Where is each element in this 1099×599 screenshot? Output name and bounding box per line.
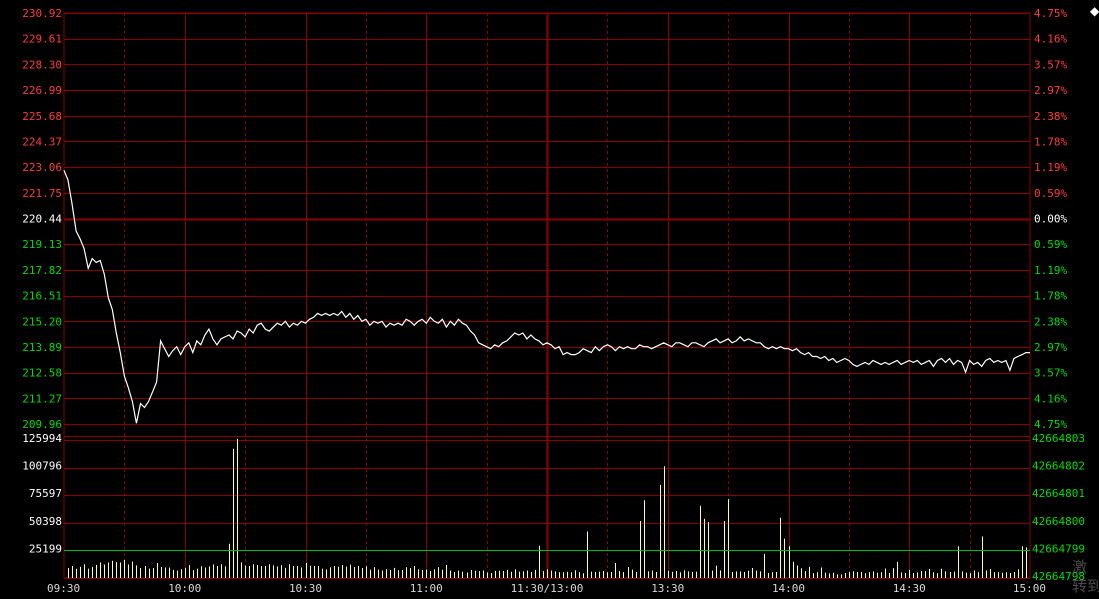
percent-tick-label: 0.59% — [1034, 238, 1067, 251]
volume-tick-label: 75597 — [29, 487, 62, 500]
price-tick-label: 212.58 — [22, 367, 62, 380]
percent-tick-label: 3.57% — [1034, 58, 1067, 71]
percent-tick-label: 4.75% — [1034, 418, 1067, 431]
right-volume-tick-label: 42664801 — [1032, 487, 1085, 500]
price-tick-label: 229.61 — [22, 33, 62, 46]
time-tick-label: 11:00 — [410, 582, 443, 595]
percent-tick-label: 2.38% — [1034, 110, 1067, 123]
chart-canvas: 230.92 229.61 228.30 226.99 225.68 224.37 223.… — [22, 7, 1085, 595]
percent-tick-label: 4.16% — [1034, 33, 1067, 46]
grid — [63, 12, 1031, 579]
price-tick-label: 228.30 — [22, 58, 62, 71]
price-tick-label: 219.13 — [22, 238, 62, 251]
intraday-chart: 230.92 229.61 228.30 226.99 225.68 224.37 223.… — [0, 0, 1099, 599]
price-tick-label: 226.99 — [22, 84, 62, 97]
diamond-arrow-icon[interactable]: ◆ — [1090, 4, 1099, 18]
price-tick-label: 217.82 — [22, 264, 62, 277]
volume-tick-label: 50398 — [29, 515, 62, 528]
percent-tick-label: 2.97% — [1034, 341, 1067, 354]
percent-tick-label: 1.78% — [1034, 290, 1067, 303]
time-tick-label: 09:30 — [47, 582, 80, 595]
axis-labels: 230.92 229.61 228.30 226.99 225.68 224.37 223.… — [22, 7, 1085, 595]
volume-tick-label: 25199 — [29, 542, 62, 555]
price-tick-label: 224.37 — [22, 135, 62, 148]
price-tick-label: 215.20 — [22, 315, 62, 328]
percent-tick-label: 0.59% — [1034, 187, 1067, 200]
price-tick-label: 211.27 — [22, 392, 62, 405]
right-volume-tick-label: 42664799 — [1032, 542, 1085, 555]
time-tick-label: 10:30 — [289, 582, 322, 595]
price-tick-label: 216.51 — [22, 290, 62, 303]
price-tick-label: 223.06 — [22, 161, 62, 174]
volume-tick-label: 100796 — [22, 460, 62, 473]
time-tick-label: 13:30 — [651, 582, 684, 595]
time-tick-label: 10:00 — [168, 582, 201, 595]
price-tick-label: 220.44 — [22, 213, 62, 226]
price-tick-label: 230.92 — [22, 7, 62, 20]
price-tick-label: 209.96 — [22, 418, 62, 431]
percent-tick-label: 2.38% — [1034, 315, 1067, 328]
watermark-line-2: 转到 — [1072, 577, 1099, 595]
time-tick-label: 15:00 — [1013, 582, 1046, 595]
price-tick-label: 225.68 — [22, 110, 62, 123]
watermark: 激 转到 — [1072, 558, 1099, 598]
percent-tick-label: 2.97% — [1034, 84, 1067, 97]
percent-tick-label: 4.16% — [1034, 392, 1067, 405]
price-tick-label: 213.89 — [22, 341, 62, 354]
watermark-line-1: 激 — [1072, 558, 1088, 576]
percent-tick-label: 1.19% — [1034, 161, 1067, 174]
right-volume-tick-label: 42664802 — [1032, 460, 1085, 473]
right-volume-tick-label: 42664803 — [1032, 432, 1085, 445]
percent-tick-label: 1.78% — [1034, 135, 1067, 148]
volume-tick-label: 125994 — [22, 432, 62, 445]
right-volume-tick-label: 42664800 — [1032, 515, 1085, 528]
time-tick-label: 14:30 — [893, 582, 926, 595]
price-tick-label: 221.75 — [22, 187, 62, 200]
time-tick-label: 11:30/13:00 — [511, 582, 584, 595]
time-tick-label: 14:00 — [772, 582, 805, 595]
percent-tick-label: 0.00% — [1034, 213, 1067, 226]
percent-tick-label: 1.19% — [1034, 264, 1067, 277]
percent-tick-label: 3.57% — [1034, 367, 1067, 380]
percent-tick-label: 4.75% — [1034, 7, 1067, 20]
